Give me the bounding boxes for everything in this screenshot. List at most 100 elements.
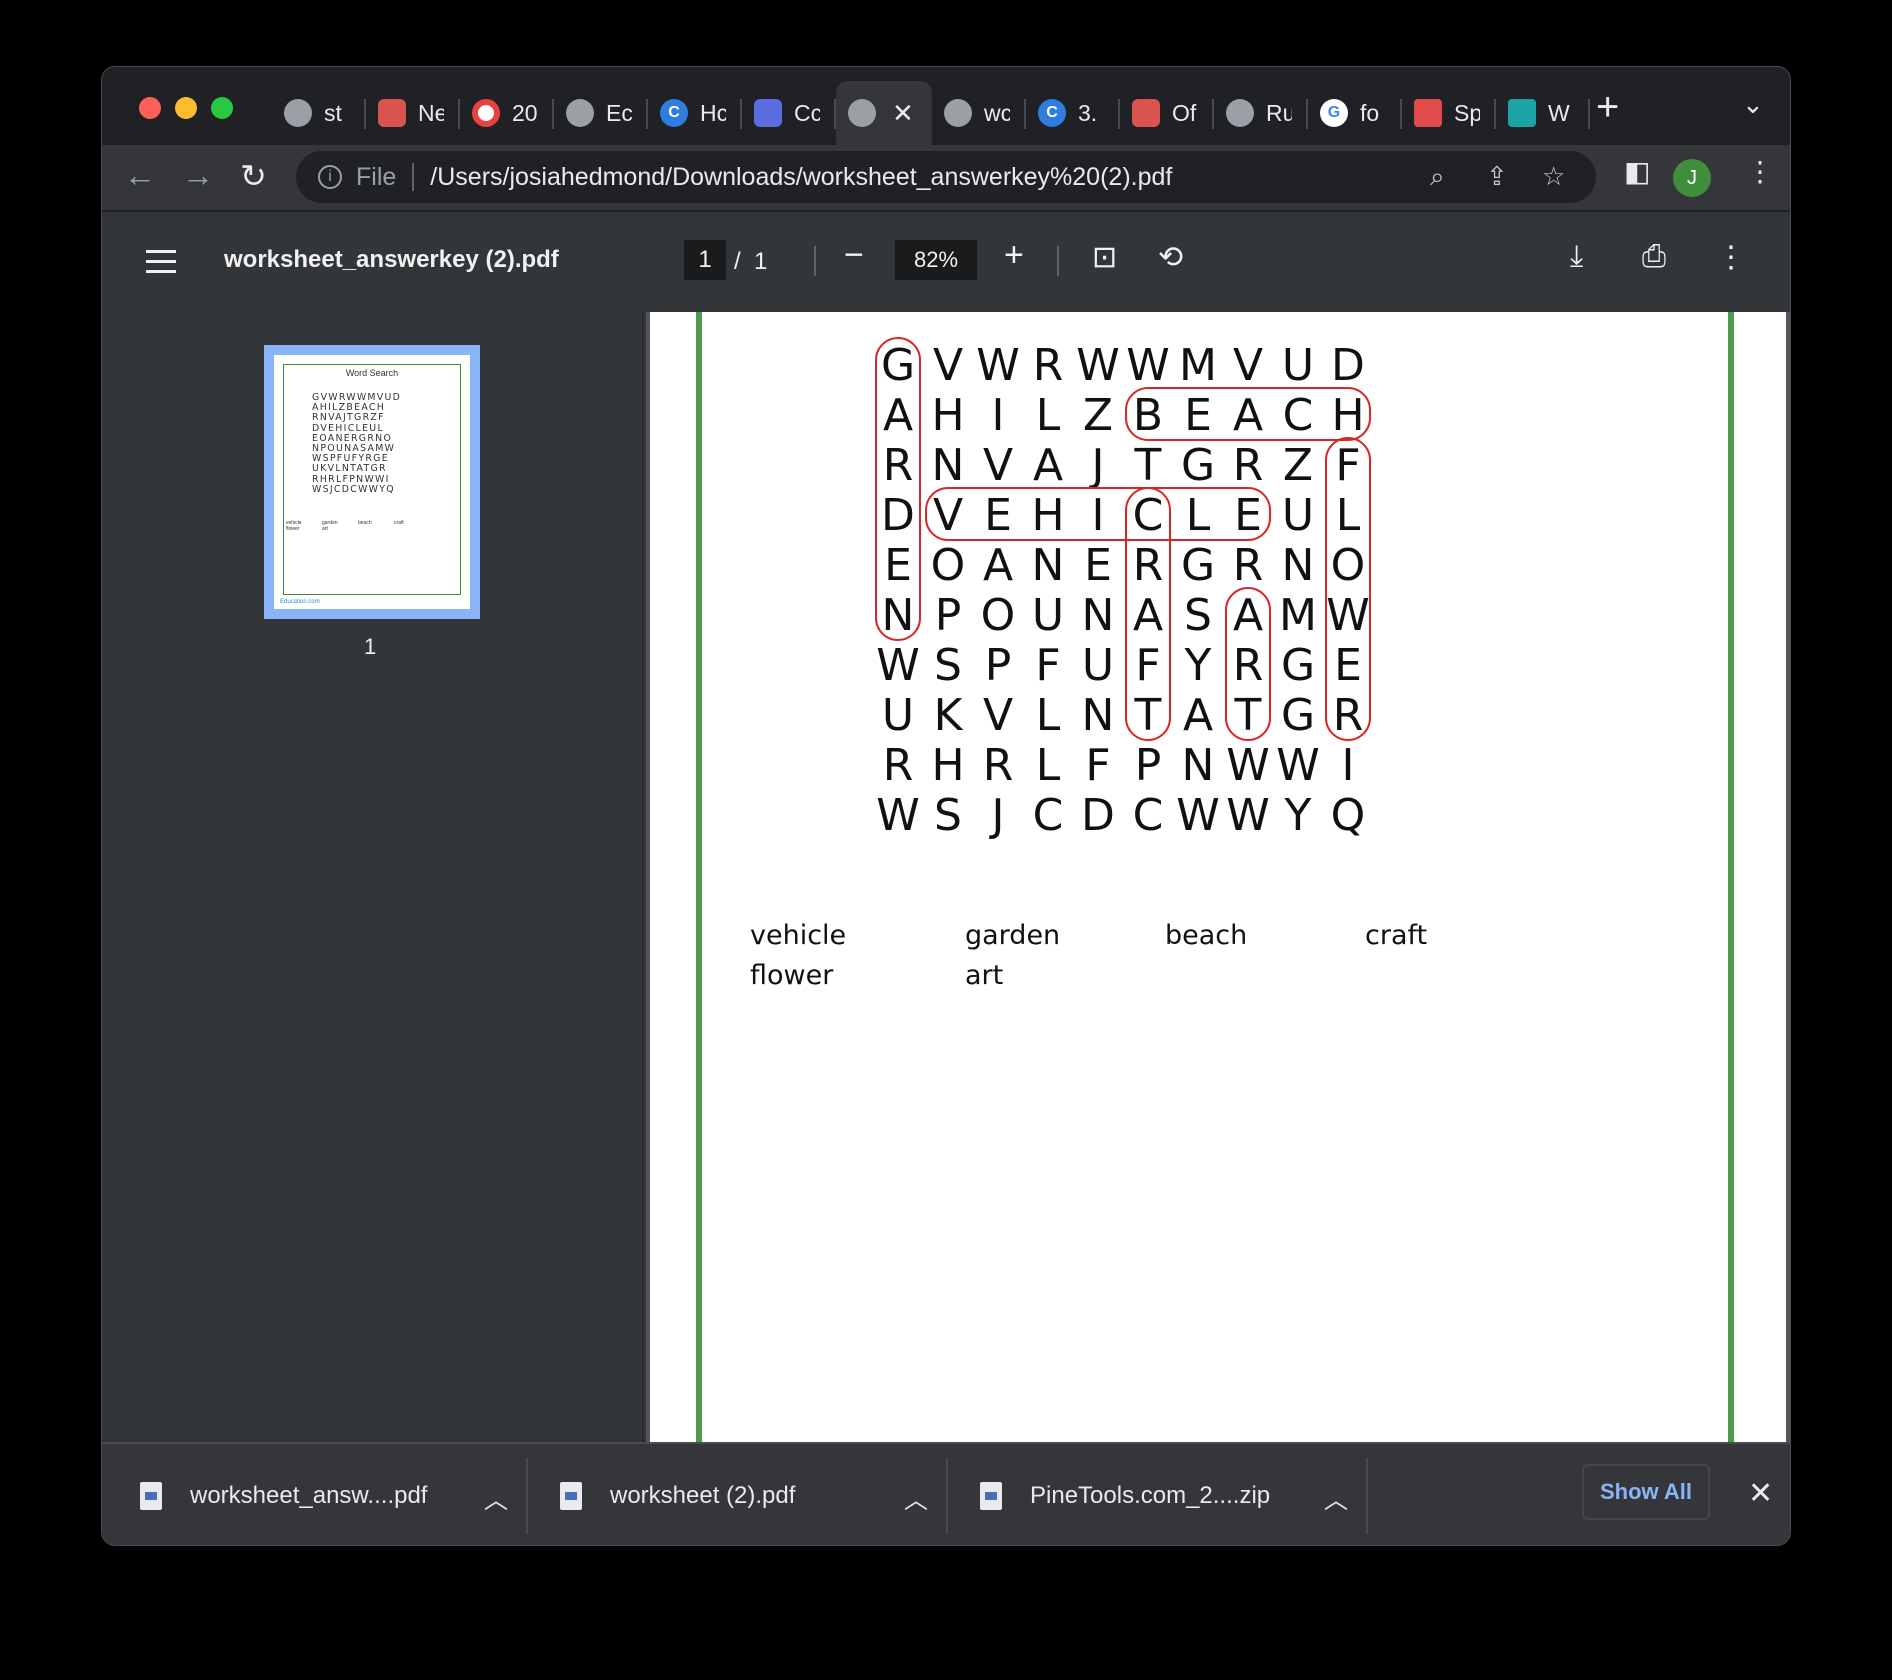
grid-letter: R	[883, 740, 914, 791]
grid-letter: W	[1076, 340, 1120, 391]
chevron-up-icon[interactable]: ︿	[484, 1480, 508, 1515]
grid-letter: R	[1233, 440, 1264, 491]
grid-letter: O	[931, 540, 966, 591]
download-item[interactable]: worksheet (2).pdf	[560, 1444, 795, 1545]
tab[interactable]: Ru	[1214, 81, 1308, 145]
grid-letter: N	[1282, 540, 1315, 591]
grid-letter: V	[933, 340, 963, 391]
grid-letter: E	[1084, 540, 1112, 591]
zoom-level-input[interactable]: 82%	[895, 240, 977, 280]
grid-letter: L	[1336, 490, 1361, 541]
tab[interactable]: C 3.	[1026, 81, 1120, 145]
grid-letter: W	[1326, 590, 1370, 641]
maximize-window-button[interactable]	[211, 97, 233, 119]
profile-avatar[interactable]: J	[1673, 159, 1711, 197]
close-window-button[interactable]	[139, 97, 161, 119]
fit-page-icon[interactable]: ⊡	[1092, 240, 1117, 275]
chevron-up-icon[interactable]: ︿	[1324, 1480, 1348, 1515]
download-item[interactable]: worksheet_answ....pdf	[140, 1444, 428, 1545]
grid-letter: V	[983, 690, 1013, 741]
rotate-icon[interactable]: ⟲	[1158, 240, 1183, 275]
address-separator	[412, 163, 415, 191]
zoom-out-button[interactable]: −	[844, 236, 864, 275]
tab[interactable]: Ec	[554, 81, 648, 145]
tab[interactable]: wc	[932, 81, 1026, 145]
google-icon: G	[1320, 99, 1348, 127]
tab-label: Of	[1172, 99, 1197, 126]
grid-letter: C	[1133, 790, 1164, 841]
grid-letter: T	[1234, 690, 1262, 741]
grid-letter: F	[1335, 440, 1360, 491]
grid-letter: D	[1081, 790, 1115, 841]
tab-search-chevron-icon[interactable]: ⌄	[1742, 89, 1764, 120]
grid-letter: J	[989, 790, 1005, 841]
grid-letter: B	[1133, 390, 1163, 441]
word-list-item: beach	[1165, 920, 1248, 951]
canva-icon: C	[1038, 99, 1066, 127]
grid-letter: F	[1085, 740, 1110, 791]
new-tab-button[interactable]: +	[1596, 85, 1619, 130]
tab[interactable]: Of	[1120, 81, 1214, 145]
download-filename: worksheet_answ....pdf	[190, 1481, 428, 1509]
thumbnail-word: flower	[286, 526, 300, 532]
grid-letter: E	[884, 540, 912, 591]
address-bar[interactable]: i File /Users/josiahedmond/Downloads/wor…	[296, 151, 1596, 203]
download-divider	[526, 1458, 528, 1534]
tab[interactable]: C Hc	[648, 81, 742, 145]
zip-file-icon	[980, 1481, 1002, 1510]
tab-label: Ec	[606, 99, 632, 126]
tab[interactable]: Ne	[366, 81, 460, 145]
thumbnail-grid: GVWRWWMVUD AHILZBEACH RNVAJTGRZF DVEHICLEUL…	[312, 392, 401, 495]
grid-letter: R	[883, 440, 914, 491]
thumbnail-logo: Education.com	[280, 599, 320, 605]
chevron-up-icon[interactable]: ︿	[904, 1480, 928, 1515]
side-panel-icon[interactable]: ◧	[1624, 155, 1650, 188]
thumbnail-page: Word Search GVWRWWMVUD AHILZBEACH RNVAJTGR…	[274, 355, 470, 609]
url-text[interactable]: /Users/josiahedmond/Downloads/worksheet_…	[430, 163, 1172, 192]
grid-letter: I	[1342, 740, 1355, 791]
globe-icon	[944, 99, 972, 127]
grid-letter: W	[1226, 790, 1270, 841]
browser-menu-icon[interactable]: ⋮	[1746, 155, 1774, 188]
grid-letter: R	[1233, 640, 1264, 691]
grid-letter: V	[933, 490, 963, 541]
zoom-icon[interactable]: ⌕	[1430, 161, 1445, 193]
grid-letter: S	[1184, 590, 1212, 641]
document-icon	[754, 99, 782, 127]
share-icon[interactable]: ⇪	[1486, 161, 1508, 192]
print-icon[interactable]: ⎙	[1642, 240, 1666, 274]
canva-icon: C	[660, 99, 688, 127]
download-icon[interactable]: ⤓	[1570, 240, 1583, 274]
tab[interactable]: st	[272, 81, 366, 145]
tab[interactable]: Cc	[742, 81, 836, 145]
forward-button[interactable]: →	[182, 157, 214, 194]
tab-list: st Ne 20 Ec C Hc Cc ✕ wc C 3. Of Ru Gfo Sp W	[272, 81, 1590, 145]
tab[interactable]: 20	[460, 81, 554, 145]
word-list-item: art	[965, 960, 1004, 991]
download-filename: PineTools.com_2....zip	[1030, 1481, 1271, 1509]
target-icon	[472, 99, 500, 127]
minimize-window-button[interactable]	[175, 97, 197, 119]
download-item[interactable]: PineTools.com_2....zip	[980, 1444, 1271, 1545]
grid-letter: R	[1333, 690, 1364, 741]
page-thumbnail[interactable]: Word Search GVWRWWMVUD AHILZBEACH RNVAJTGR…	[264, 345, 480, 619]
site-info-icon[interactable]: i	[318, 165, 342, 189]
close-icon[interactable]: ✕	[1748, 1476, 1773, 1511]
grid-letter: L	[1036, 390, 1061, 441]
tab-close-icon[interactable]: ✕	[892, 98, 914, 129]
pdf-viewer[interactable]: GVWRWWMVUDAHILZBEACHRNVAJTGRZFDVEHICLEUL…	[646, 312, 1790, 1442]
thumbnail-grid-row: WSJCDCWWYQ	[312, 483, 395, 495]
pdf-more-icon[interactable]: ⋮	[1716, 240, 1746, 275]
reload-button[interactable]: ↻	[240, 157, 267, 195]
zoom-in-button[interactable]: +	[1004, 236, 1024, 275]
browser-toolbar: ← → ↻ i File /Users/josiahedmond/Downloa…	[102, 145, 1790, 207]
sidebar-menu-icon[interactable]	[146, 250, 176, 280]
tab[interactable]: Gfo	[1308, 81, 1402, 145]
tab[interactable]: W	[1496, 81, 1590, 145]
back-button[interactable]: ←	[124, 157, 156, 194]
show-all-button[interactable]: Show All	[1582, 1464, 1710, 1520]
tab[interactable]: Sp	[1402, 81, 1496, 145]
tab[interactable]: ✕	[836, 81, 932, 145]
page-number-input[interactable]: 1	[684, 240, 726, 280]
bookmark-star-icon[interactable]: ☆	[1542, 161, 1565, 192]
